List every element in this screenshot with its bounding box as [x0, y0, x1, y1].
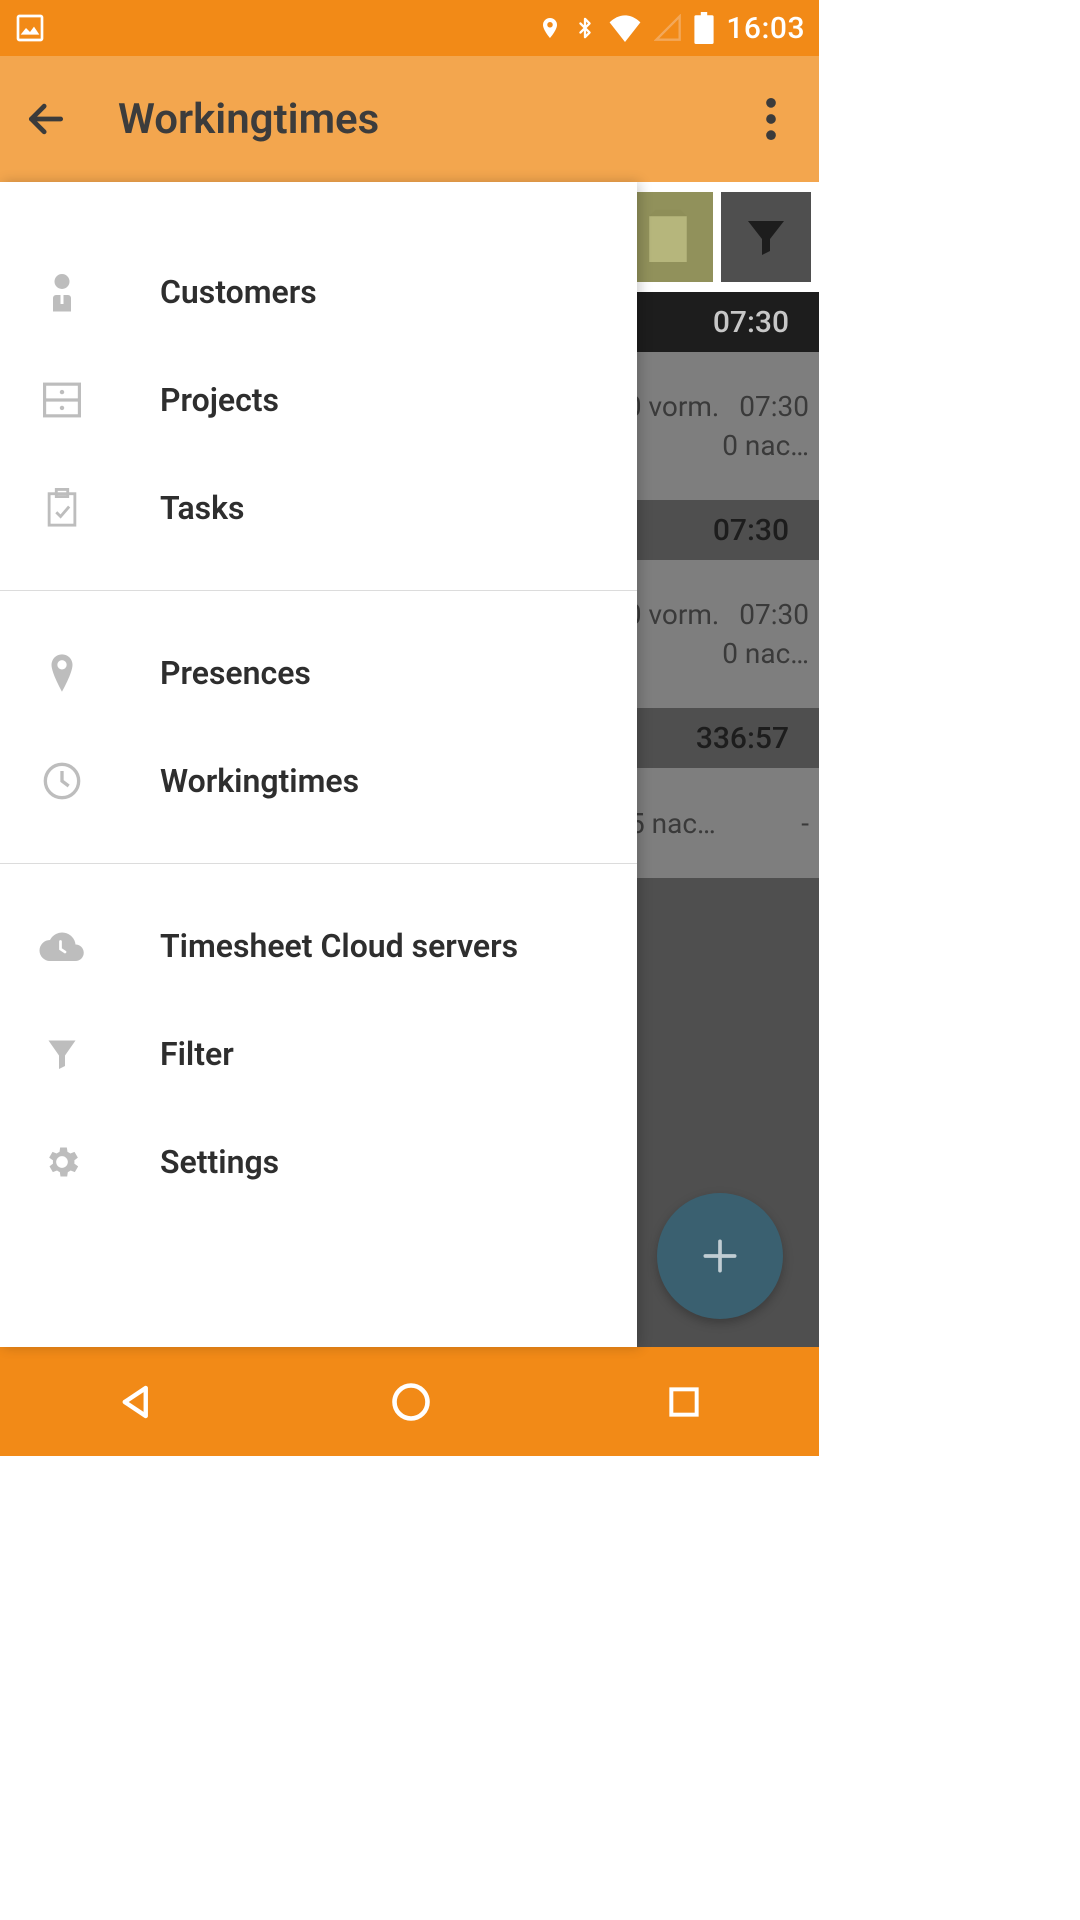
app-bar: Workingtimes [0, 56, 819, 182]
add-fab[interactable] [657, 1193, 783, 1319]
status-left [14, 12, 46, 44]
status-right: 16:03 [538, 11, 805, 46]
overflow-menu-button[interactable] [751, 98, 791, 140]
drawer-icon [38, 382, 86, 418]
signal-icon [654, 14, 682, 42]
drawer-item-label: Projects [160, 381, 279, 419]
drawer-item-filter[interactable]: Filter [0, 1000, 637, 1108]
clipboard-check-icon [38, 488, 86, 528]
cloud-icon [38, 931, 86, 961]
nav-drawer: Customers Projects Tasks Presences [0, 182, 637, 1347]
drawer-item-workingtimes[interactable]: Workingtimes [0, 727, 637, 835]
wifi-icon [608, 14, 642, 42]
battery-icon [694, 12, 714, 44]
drawer-item-presences[interactable]: Presences [0, 619, 637, 727]
page-title: Workingtimes [118, 95, 751, 144]
drawer-item-projects[interactable]: Projects [0, 346, 637, 454]
nav-recent-button[interactable] [665, 1383, 703, 1421]
drawer-item-label: Settings [160, 1143, 279, 1181]
back-button[interactable] [24, 97, 72, 141]
drawer-item-label: Customers [160, 273, 317, 311]
drawer-item-settings[interactable]: Settings [0, 1108, 637, 1216]
nav-home-button[interactable] [389, 1380, 433, 1424]
status-bar: 16:03 [0, 0, 819, 56]
filter-icon-button[interactable] [721, 192, 811, 282]
funnel-icon [38, 1035, 86, 1073]
gear-icon [38, 1142, 86, 1182]
drawer-item-tasks[interactable]: Tasks [0, 454, 637, 562]
status-clock: 16:03 [726, 11, 805, 46]
drawer-item-label: Timesheet Cloud servers [160, 927, 518, 965]
image-icon [14, 12, 46, 44]
nav-back-button[interactable] [116, 1381, 158, 1423]
pin-icon [38, 653, 86, 693]
bluetooth-icon [574, 11, 596, 45]
person-icon [38, 272, 86, 312]
drawer-item-customers[interactable]: Customers [0, 238, 637, 346]
drawer-item-label: Tasks [160, 489, 244, 527]
drawer-item-label: Workingtimes [160, 762, 359, 800]
main-area: 07:30 0 vorm.07:30 0 nac… 07:30 0 vorm.0… [0, 182, 819, 1347]
drawer-item-label: Filter [160, 1035, 234, 1073]
drawer-item-cloud-servers[interactable]: Timesheet Cloud servers [0, 892, 637, 1000]
system-nav-bar [0, 1347, 819, 1456]
clock-icon [38, 761, 86, 801]
drawer-item-label: Presences [160, 654, 311, 692]
location-icon [538, 13, 562, 43]
